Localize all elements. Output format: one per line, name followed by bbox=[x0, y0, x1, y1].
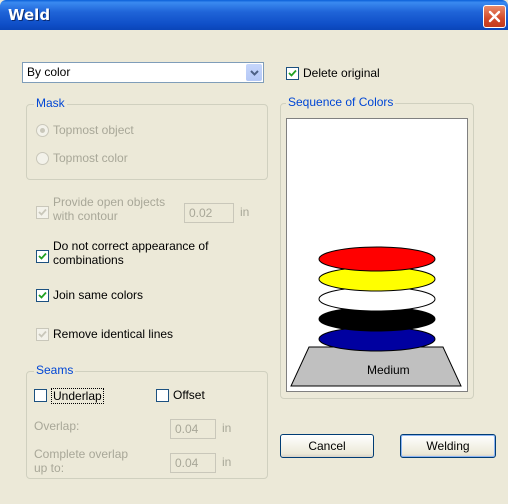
contour-width-unit: in bbox=[240, 205, 250, 219]
mask-group-label: Mask bbox=[34, 96, 67, 110]
cancel-button[interactable]: Cancel bbox=[280, 434, 374, 458]
overlap-label: Overlap: bbox=[34, 419, 80, 433]
close-icon bbox=[488, 10, 501, 23]
complete-overlap-label-2: up to: bbox=[34, 461, 65, 475]
underlap-label: Underlap bbox=[51, 388, 104, 404]
join-same-colors-checkbox[interactable] bbox=[36, 289, 49, 302]
welding-button[interactable]: Welding bbox=[400, 434, 496, 458]
color-disc-4 bbox=[318, 246, 436, 272]
checkmark-icon bbox=[288, 69, 297, 77]
mode-select-value: By color bbox=[27, 65, 71, 79]
sequence-group-label: Sequence of Colors bbox=[286, 95, 396, 109]
contour-width-value: 0.02 bbox=[189, 206, 213, 220]
complete-overlap-unit: in bbox=[222, 455, 232, 469]
underlap-checkbox[interactable] bbox=[34, 389, 47, 402]
do-not-correct-checkbox[interactable] bbox=[36, 250, 49, 263]
topmost-color-radio[interactable] bbox=[36, 152, 49, 165]
complete-overlap-label-1: Complete overlap bbox=[34, 447, 129, 461]
mask-group bbox=[26, 104, 268, 180]
checkmark-icon bbox=[38, 291, 47, 299]
offset-label: Offset bbox=[173, 388, 205, 402]
contour-width-field[interactable]: 0.02 bbox=[184, 203, 234, 223]
window-title: Weld bbox=[8, 6, 51, 24]
checkmark-icon bbox=[38, 330, 47, 338]
chevron-down-icon[interactable] bbox=[246, 64, 262, 81]
complete-overlap-field[interactable]: 0.04 bbox=[170, 453, 216, 473]
seams-group-label: Seams bbox=[34, 363, 76, 377]
do-not-correct-label-1: Do not correct appearance of bbox=[53, 239, 209, 253]
delete-original-label: Delete original bbox=[303, 66, 380, 80]
do-not-correct-label-2: combinations bbox=[53, 253, 124, 267]
offset-checkbox[interactable] bbox=[156, 389, 169, 402]
checkmark-icon bbox=[38, 208, 47, 216]
remove-identical-lines-checkbox[interactable] bbox=[36, 328, 49, 341]
overlap-value: 0.04 bbox=[175, 422, 199, 436]
topmost-object-label: Topmost object bbox=[53, 123, 134, 137]
provide-open-objects-label-2: with contour bbox=[53, 209, 118, 223]
close-button[interactable] bbox=[483, 5, 506, 28]
overlap-unit: in bbox=[222, 421, 232, 435]
complete-overlap-value: 0.04 bbox=[175, 456, 199, 470]
remove-identical-lines-label: Remove identical lines bbox=[53, 327, 174, 341]
provide-open-objects-checkbox[interactable] bbox=[36, 206, 49, 219]
title-bar: Weld bbox=[0, 0, 508, 30]
topmost-color-label: Topmost color bbox=[53, 151, 128, 165]
medium-label: Medium bbox=[367, 363, 410, 377]
delete-original-checkbox[interactable] bbox=[286, 67, 299, 80]
color-stack-graphic bbox=[290, 246, 462, 387]
overlap-field[interactable]: 0.04 bbox=[170, 419, 216, 439]
color-sequence-preview: Medium bbox=[286, 118, 468, 392]
checkmark-icon bbox=[38, 252, 47, 260]
provide-open-objects-label-1: Provide open objects bbox=[53, 195, 166, 209]
mode-select[interactable]: By color bbox=[22, 62, 264, 83]
join-same-colors-label: Join same colors bbox=[53, 288, 144, 302]
topmost-object-radio[interactable] bbox=[36, 124, 49, 137]
